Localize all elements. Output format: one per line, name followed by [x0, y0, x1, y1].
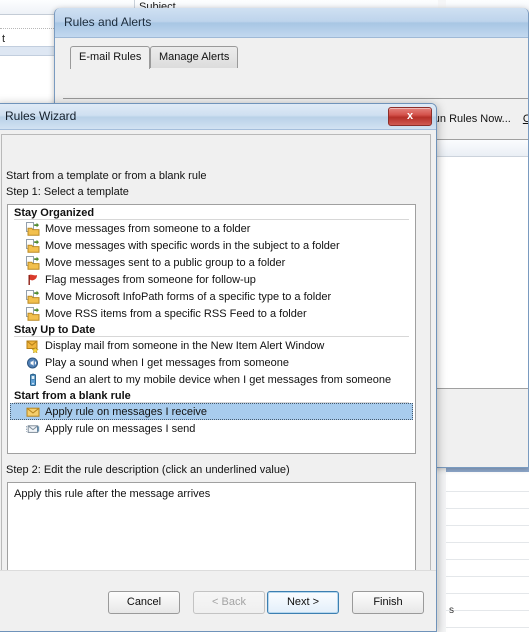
- move-to-folder-icon: [26, 238, 40, 253]
- template-item-label: Apply rule on messages I send: [45, 422, 196, 435]
- move-to-folder-icon: [26, 289, 40, 304]
- tab-email-rules[interactable]: E-mail Rules: [70, 46, 151, 69]
- rules-wizard-dialog: Rules Wizard x Start from a template or …: [0, 103, 437, 632]
- list-item[interactable]: [446, 560, 529, 577]
- red-flag-icon: [26, 273, 40, 287]
- group-header-stay-organized: Stay Organized: [8, 205, 415, 220]
- list-item[interactable]: [446, 594, 529, 611]
- back-button: < Back: [193, 591, 265, 614]
- template-item-label: Move RSS items from a specific RSS Feed …: [45, 307, 307, 320]
- tab-strip: E-mail Rules Manage Alerts: [70, 46, 528, 69]
- list-item[interactable]: [446, 611, 529, 628]
- list-item[interactable]: [446, 509, 529, 526]
- template-item[interactable]: Flag messages from someone for follow-up: [8, 271, 415, 288]
- mobile-device-icon: [26, 372, 40, 387]
- rules-wizard-title-bar[interactable]: Rules Wizard x: [0, 104, 436, 130]
- list-item[interactable]: [446, 526, 529, 543]
- template-item[interactable]: Apply rule on messages I send: [8, 420, 415, 437]
- group-header-start-from-blank-rule: Start from a blank rule: [8, 388, 415, 403]
- template-item-label: Apply rule on messages I receive: [45, 405, 208, 418]
- selected-row-indicator: [0, 46, 56, 56]
- next-button[interactable]: Next >: [267, 591, 339, 614]
- list-item-text: s: [449, 605, 454, 616]
- template-item-label: Display mail from someone in the New Ite…: [45, 339, 325, 352]
- move-to-folder-icon: [26, 221, 40, 236]
- template-item[interactable]: Move messages with specific words in the…: [8, 237, 415, 254]
- left-pane-text: t: [2, 33, 6, 45]
- close-icon[interactable]: x: [388, 107, 432, 126]
- rules-wizard-title: Rules Wizard: [5, 109, 77, 123]
- template-item[interactable]: Move RSS items from a specific RSS Feed …: [8, 305, 415, 322]
- group-header-stay-up-to-date: Stay Up to Date: [8, 322, 415, 337]
- template-item[interactable]: Display mail from someone in the New Ite…: [8, 337, 415, 354]
- template-item-label: Move messages sent to a public group to …: [45, 256, 286, 269]
- options-label: Opt: [523, 113, 528, 125]
- template-item[interactable]: Move messages from someone to a folder: [8, 220, 415, 237]
- divider: [0, 28, 54, 29]
- selection-bar: [446, 468, 529, 472]
- options-button[interactable]: Opt: [518, 110, 528, 128]
- rules-and-alerts-title-bar[interactable]: Rules and Alerts: [55, 8, 528, 38]
- envelope-icon: [26, 405, 40, 419]
- envelope-send-icon: [26, 422, 40, 436]
- move-to-folder-icon: [26, 306, 40, 321]
- screen-root: Subject t ons: [0, 0, 529, 632]
- template-item[interactable]: Move messages sent to a public group to …: [8, 254, 415, 271]
- template-item-label: Move Microsoft InfoPath forms of a speci…: [45, 290, 332, 303]
- template-item-label: Move messages from someone to a folder: [45, 222, 251, 235]
- list-item[interactable]: [446, 577, 529, 594]
- list-item[interactable]: [446, 492, 529, 509]
- template-item-label: Flag messages from someone for follow-up: [45, 273, 256, 286]
- move-to-folder-icon: [26, 255, 40, 270]
- wizard-heading: Start from a template or from a blank ru…: [6, 170, 207, 182]
- wizard-footer: Cancel < Back Next > Finish: [0, 570, 436, 631]
- cancel-button[interactable]: Cancel: [108, 591, 180, 614]
- alert-window-icon: [26, 339, 40, 353]
- template-item[interactable]: Send an alert to my mobile device when I…: [8, 371, 415, 388]
- rules-wizard-body: Start from a template or from a blank ru…: [0, 130, 436, 631]
- run-rules-now-label: Run Rules Now...: [426, 113, 511, 125]
- template-item-label: Move messages with specific words in the…: [45, 239, 340, 252]
- template-item-selected[interactable]: Apply rule on messages I receive: [10, 403, 413, 420]
- template-item[interactable]: Play a sound when I get messages from so…: [8, 354, 415, 371]
- template-item[interactable]: Move Microsoft InfoPath forms of a speci…: [8, 288, 415, 305]
- list-item[interactable]: [446, 475, 529, 492]
- step2-label: Step 2: Edit the rule description (click…: [6, 464, 290, 476]
- step1-label: Step 1: Select a template: [6, 186, 129, 198]
- sound-icon: [26, 356, 40, 370]
- rule-description-text: Apply this rule after the message arrive…: [14, 488, 211, 500]
- rule-description-box[interactable]: Apply this rule after the message arrive…: [7, 482, 416, 582]
- tab-manage-alerts[interactable]: Manage Alerts: [150, 46, 239, 68]
- rules-and-alerts-title: Rules and Alerts: [64, 15, 152, 29]
- template-list[interactable]: Stay Organized Move messages from someon…: [7, 204, 416, 454]
- finish-button[interactable]: Finish: [352, 591, 424, 614]
- template-item-label: Play a sound when I get messages from so…: [45, 356, 289, 369]
- template-item-label: Send an alert to my mobile device when I…: [45, 373, 392, 386]
- list-item[interactable]: [446, 543, 529, 560]
